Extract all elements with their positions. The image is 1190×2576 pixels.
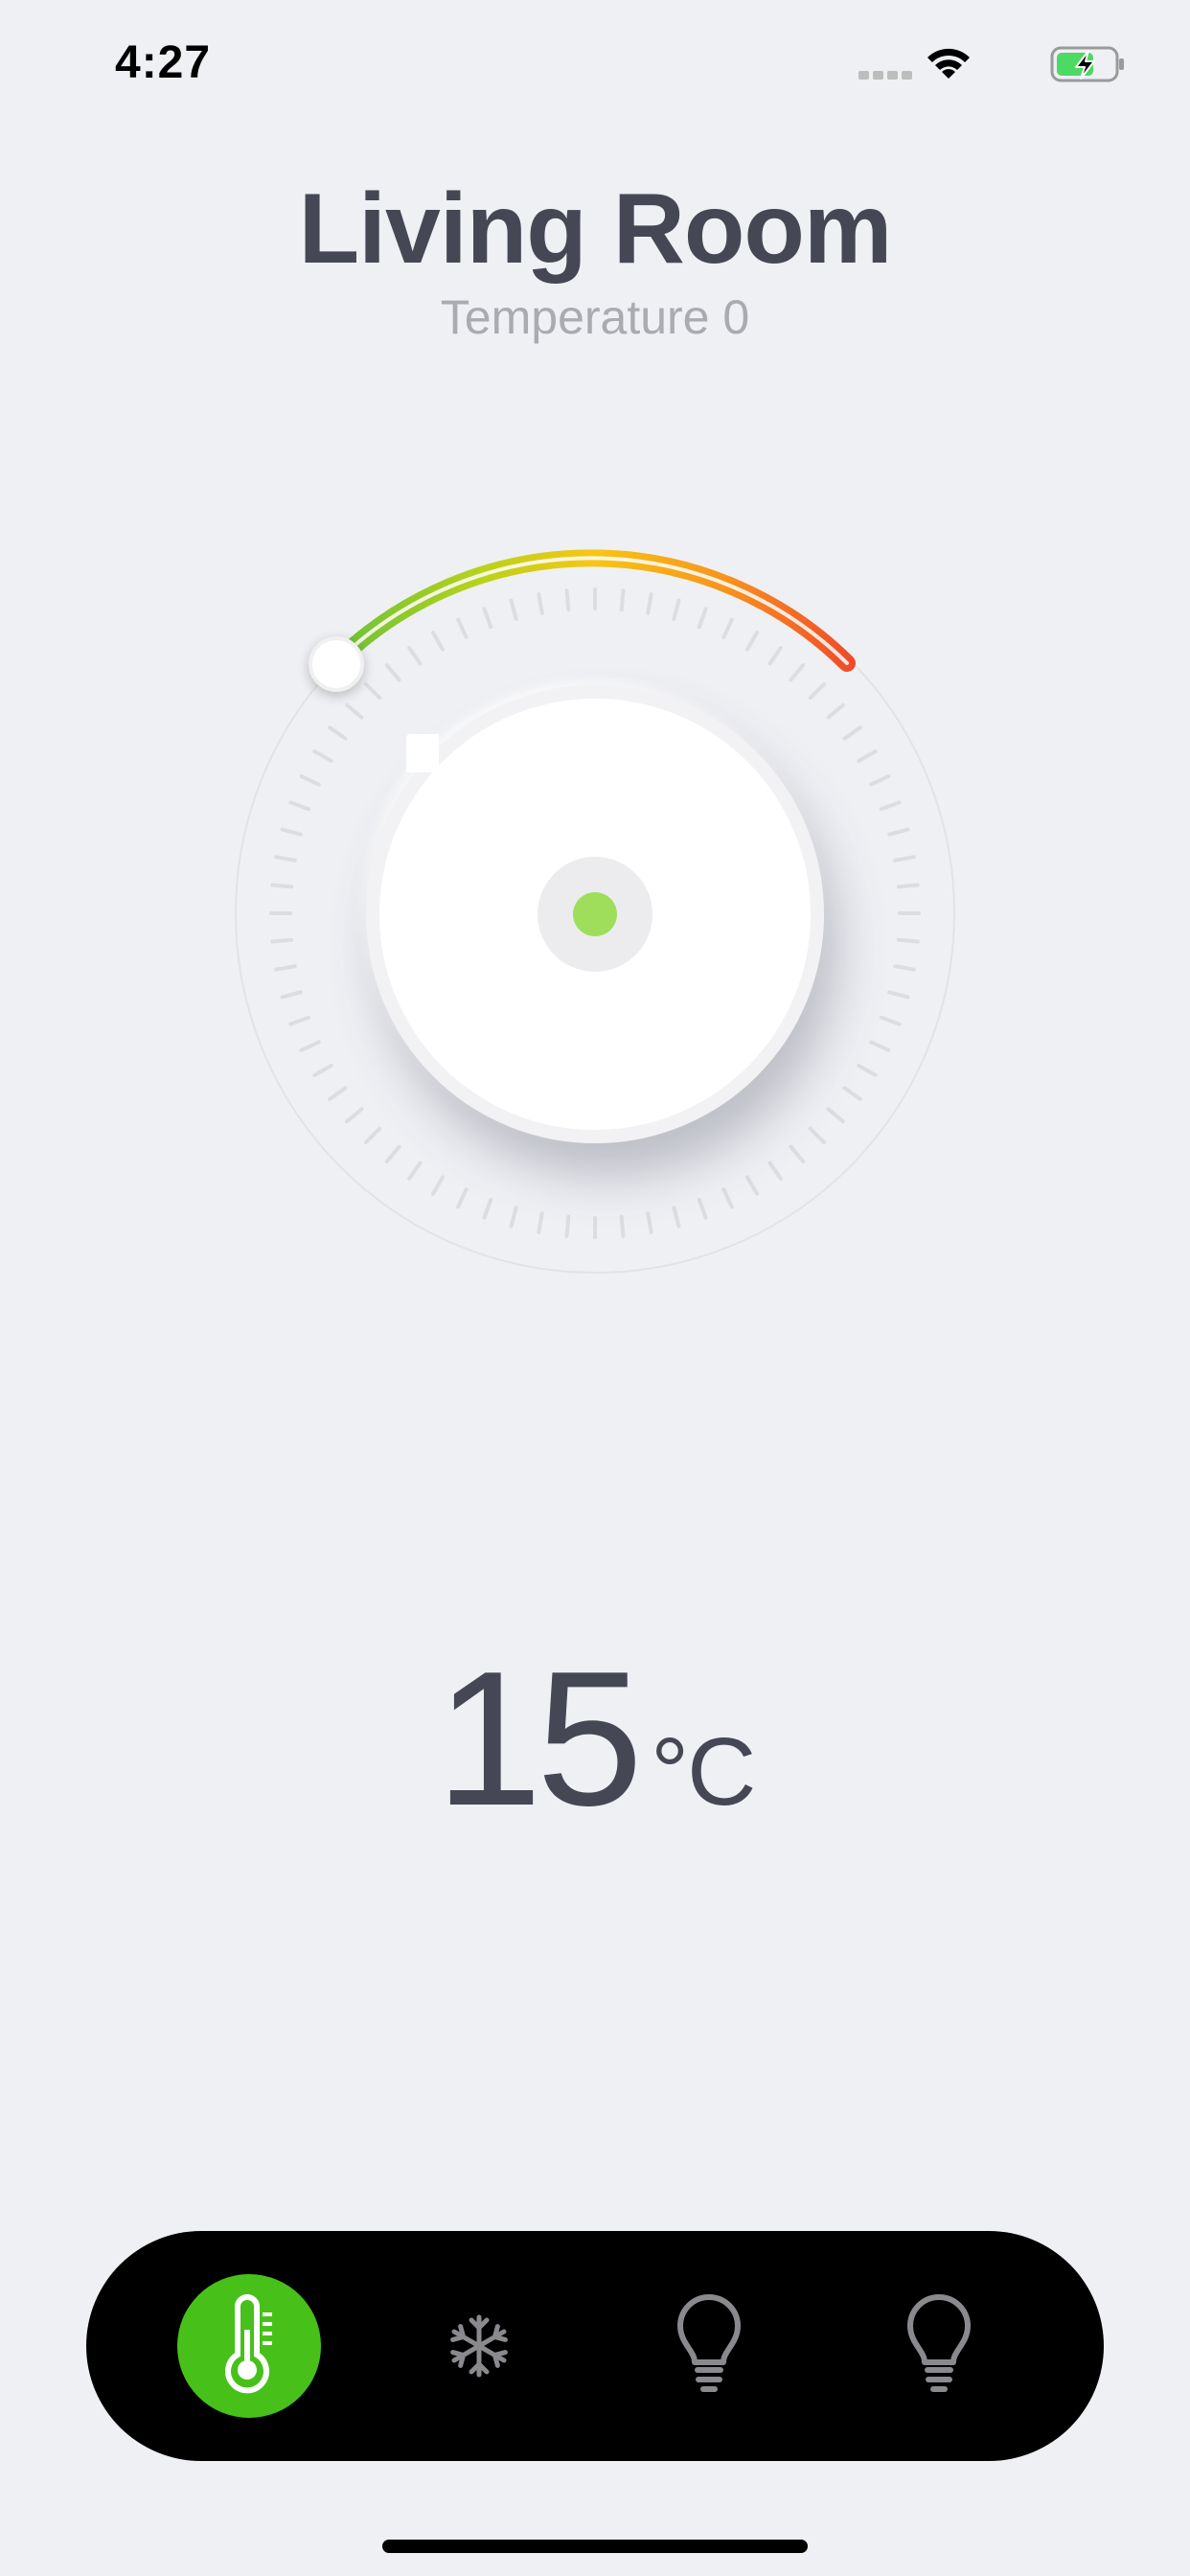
dial-tick: [312, 1064, 333, 1077]
dial-tick: [456, 617, 469, 639]
dial-tick: [384, 663, 401, 682]
light-bulb-icon: [907, 2294, 971, 2392]
dial-tick: [345, 1107, 364, 1124]
dial-tick: [721, 617, 734, 639]
dial-tick: [431, 631, 445, 652]
dial-tick: [299, 1040, 321, 1052]
temperature-dial[interactable]: [0, 498, 1190, 1380]
dial-tick: [887, 827, 910, 837]
tab-cooling[interactable]: [407, 2274, 551, 2418]
snowflake-icon: [450, 2314, 508, 2378]
dial-tick: [646, 1211, 653, 1234]
dial-tick: [896, 883, 920, 889]
dial-tick: [789, 1144, 806, 1163]
dial-tick: [363, 1126, 382, 1145]
dial-tick: [564, 588, 571, 612]
dial-tick: [869, 1040, 891, 1052]
dial-tick: [407, 646, 423, 666]
dial-tick: [879, 800, 902, 812]
dial-tick: [842, 725, 862, 741]
signal-dots-icon: [858, 71, 912, 80]
dial-tick: [274, 964, 297, 972]
dial-tick: [857, 749, 878, 763]
dial-tick: [299, 774, 321, 787]
dial-tick: [312, 749, 333, 763]
knob-notch: [406, 734, 439, 772]
dial-handle[interactable]: [309, 636, 364, 692]
dial-tick: [619, 588, 626, 612]
dial-tick: [697, 1197, 708, 1220]
dial-tick: [564, 1214, 571, 1238]
battery-charging-icon: [1050, 46, 1124, 82]
dial-tick: [384, 1144, 401, 1163]
dial-tick: [672, 1206, 681, 1229]
temperature-unit: °C: [651, 1718, 756, 1826]
dial-tick: [288, 800, 311, 812]
dial-tick: [270, 883, 294, 889]
dial-tick: [808, 1126, 827, 1145]
tab-light-1[interactable]: [637, 2274, 781, 2418]
wifi-icon: [927, 48, 970, 79]
dial-tick: [280, 827, 303, 837]
dial-tick: [482, 1197, 493, 1220]
dial-tick: [363, 681, 382, 701]
dial-tick: [345, 702, 364, 720]
dial-tick: [857, 1064, 878, 1077]
temperature-value: 15: [435, 1632, 643, 1846]
dial-tick: [808, 681, 827, 701]
dial-tick: [672, 598, 681, 621]
thermostat-screen: 4:27 Living Room Temperature 0 15 °C: [0, 0, 1190, 2576]
dial-tick: [328, 1086, 348, 1101]
dial-tick: [745, 1175, 759, 1196]
room-subtitle: Temperature 0: [440, 290, 750, 344]
room-title: Living Room: [298, 173, 893, 285]
dial-tick: [826, 1107, 845, 1124]
dial-tick: [280, 990, 303, 1000]
bottom-tab-bar: [86, 2231, 1104, 2461]
dial-tick: [328, 725, 348, 741]
status-time: 4:27: [115, 37, 212, 88]
dial-tick: [842, 1086, 862, 1101]
dial-tick: [789, 663, 806, 682]
dial-tick: [509, 1206, 518, 1229]
light-bulb-icon: [677, 2294, 741, 2392]
dial-tick: [826, 702, 845, 720]
tab-light-2[interactable]: [867, 2274, 1011, 2418]
dial-tick: [745, 631, 759, 652]
dial-tick: [270, 937, 294, 944]
knob-indicator-dot: [573, 892, 617, 936]
dial-tick: [537, 1211, 544, 1234]
dial-tick: [721, 1187, 734, 1209]
dial-tick: [896, 937, 920, 944]
dial-tick: [619, 1214, 626, 1238]
dial-tick: [407, 1161, 423, 1181]
dial-tick: [482, 607, 493, 630]
dial-tick: [537, 592, 544, 615]
dial-tick: [767, 1161, 783, 1181]
dial-tick: [879, 1015, 902, 1026]
dial-tick: [431, 1175, 445, 1196]
thermometer-icon: [225, 2294, 272, 2394]
dial-tick: [869, 774, 891, 787]
dial-tick: [509, 598, 518, 621]
dial-tick: [893, 855, 916, 862]
dial-tick: [646, 592, 653, 615]
dial-tick: [456, 1187, 469, 1209]
dial-tick: [887, 990, 910, 1000]
dial-tick: [288, 1015, 311, 1026]
temperature-readout: 15 °C: [0, 1644, 1190, 1835]
tab-thermostat[interactable]: [177, 2274, 321, 2418]
dial-tick: [274, 855, 297, 862]
dial-tick: [767, 646, 783, 666]
home-indicator[interactable]: [382, 2540, 808, 2553]
dial-tick: [697, 607, 708, 630]
dial-tick: [893, 964, 916, 972]
